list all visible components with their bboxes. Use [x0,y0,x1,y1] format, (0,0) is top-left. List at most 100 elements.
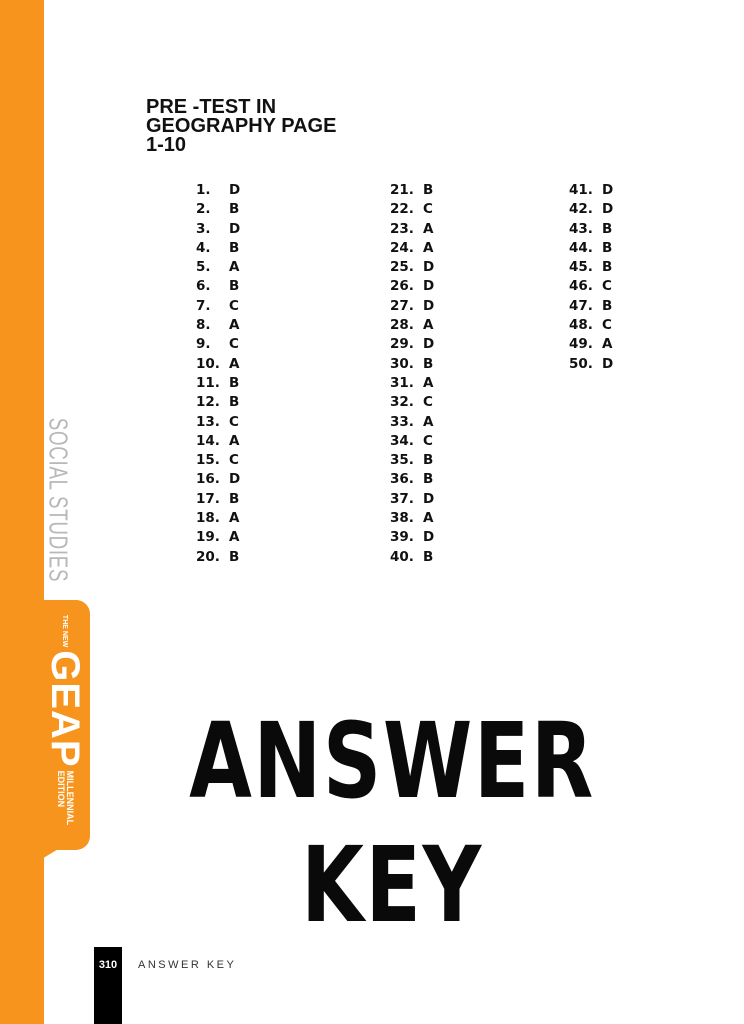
brand-new-label: THE NEW [61,614,69,648]
answer-row: 22. C [390,201,470,220]
answer-column-2: 21. B 22. C 23. A 24. A 25. D 26. D 27. D 28. A 29. D 30. B… [390,182,470,568]
answer-row: 48. C [569,317,649,336]
answer-column-3: 41. D 42. D 43. B 44. B 45. B 46. C 47. B 48. C 49. A 50. D [569,182,649,375]
answer-row: 46. C [569,278,649,297]
answer-number: 13. [196,413,220,430]
answer-row: 11. B [196,375,276,394]
answer-number: 2. [196,201,211,218]
answer-row: 28. A [390,317,470,336]
answer-number: 15. [196,452,220,469]
answer-letter: D [423,529,435,546]
answer-row: 50. D [569,356,649,375]
answer-row: 17. B [196,491,276,510]
answer-number: 31. [390,374,414,391]
sidebar-tab-corner [40,830,90,860]
answer-number: 12. [196,394,220,411]
answer-row: 49. A [569,336,649,355]
answer-number: 6. [196,278,211,295]
answer-letter: A [229,510,240,527]
answer-letter: A [423,413,434,430]
answer-number: 7. [196,297,211,314]
brand-edition-line2: EDITION [56,770,66,808]
answer-row: 45. B [569,259,649,278]
answer-letter: B [602,220,613,237]
answer-row: 44. B [569,240,649,259]
answer-number: 23. [390,220,414,237]
answer-row: 16. D [196,471,276,490]
answer-row: 35. B [390,452,470,471]
title-line3: 1-10 [146,134,187,156]
answer-row: 36. B [390,471,470,490]
answer-row: 14. A [196,433,276,452]
answer-row: 33. A [390,414,470,433]
answer-number: 24. [390,239,414,256]
answer-letter: C [423,394,433,411]
answer-row: 20. B [196,549,276,568]
answer-number: 39. [390,529,414,546]
answer-row: 2. B [196,201,276,220]
answer-letter: B [423,355,434,372]
answer-letter: C [602,317,612,334]
answer-row: 21. B [390,182,470,201]
answer-row: 32. C [390,394,470,413]
answer-number: 1. [196,182,211,198]
answer-row: 7. C [196,298,276,317]
answer-letter: C [229,336,239,353]
answer-number: 17. [196,490,220,507]
answer-number: 30. [390,355,414,372]
answer-row: 9. C [196,336,276,355]
answer-row: 37. D [390,491,470,510]
answer-letter: A [229,355,240,372]
answer-number: 8. [196,317,211,334]
answer-number: 21. [390,182,414,198]
answer-letter: C [229,413,239,430]
answer-column-1: 1. D 2. B 3. D 4. B 5. A 6. B 7. C 8. A 9. C 10. A 11. B 12. B 1… [196,182,276,568]
brand-name: GEAP [43,650,87,768]
answer-row: 43. B [569,221,649,240]
answer-letter: C [229,452,239,469]
brand-logo-inner: THE NEW GEAP MILLENNIAL EDITION [43,614,87,826]
answer-number: 20. [196,548,220,565]
answer-row: 42. D [569,201,649,220]
answer-row: 4. B [196,240,276,259]
answer-row: 18. A [196,510,276,529]
answer-letter: B [602,259,613,276]
answer-number: 19. [196,529,220,546]
answer-row: 1. D [196,182,276,201]
answer-number: 42. [569,201,593,218]
answer-number: 32. [390,394,414,411]
answer-letter: A [229,317,240,334]
answer-number: 48. [569,317,593,334]
answer-row: 3. D [196,221,276,240]
answer-number: 38. [390,510,414,527]
answer-number: 34. [390,432,414,449]
answer-number: 10. [196,355,220,372]
answer-number: 3. [196,220,211,237]
answer-letter: C [423,201,433,218]
answer-number: 33. [390,413,414,430]
answer-number: 9. [196,336,211,353]
answer-number: 36. [390,471,414,488]
answer-row: 47. B [569,298,649,317]
answer-number: 28. [390,317,414,334]
answer-letter: B [229,394,240,411]
answer-number: 25. [390,259,414,276]
answer-row: 41. D [569,182,649,201]
answer-number: 26. [390,278,414,295]
answer-row: 29. D [390,336,470,355]
answer-key-heading-line1: ANSWER [189,700,595,822]
answer-letter: D [229,182,241,198]
answer-letter: B [423,471,434,488]
answer-letter: D [602,182,614,198]
answer-letter: B [602,297,613,314]
answer-letter: D [229,220,241,237]
brand-edition: MILLENNIAL EDITION [56,770,75,826]
answer-number: 22. [390,201,414,218]
answer-letter: A [423,317,434,334]
answer-number: 40. [390,548,414,565]
answer-letter: B [423,548,434,565]
answer-letter: D [602,201,614,218]
answer-row: 26. D [390,278,470,297]
answer-number: 16. [196,471,220,488]
answer-row: 10. A [196,356,276,375]
